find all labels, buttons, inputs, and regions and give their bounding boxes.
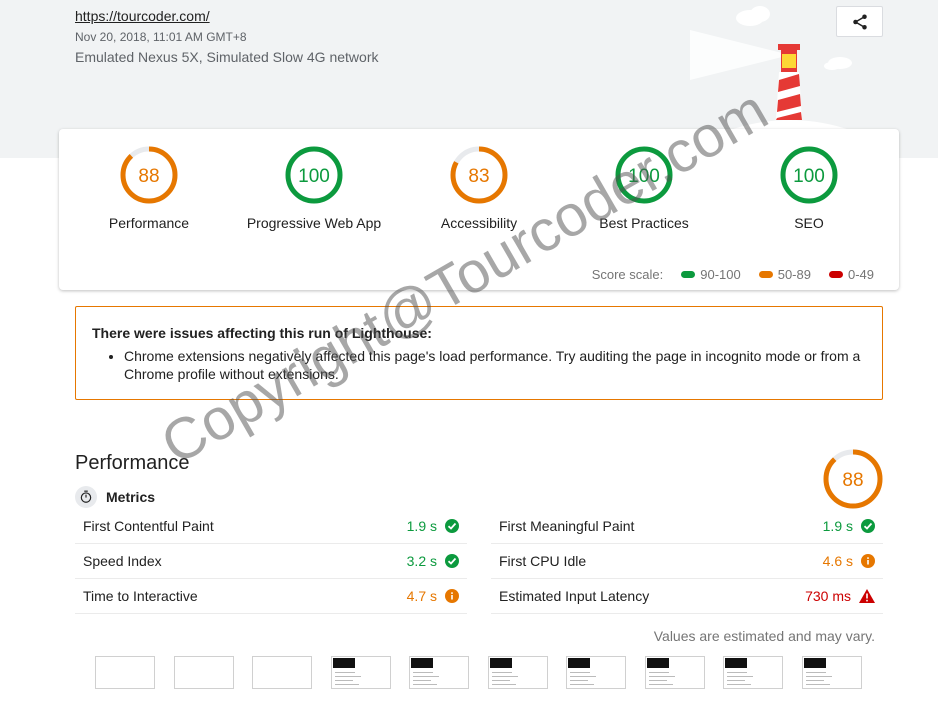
- metric-row: Speed Index 3.2 s: [75, 544, 467, 579]
- filmstrip-frame: [173, 656, 234, 689]
- audit-date: Nov 20, 2018, 11:01 AM GMT+8: [75, 30, 247, 44]
- info-circle-icon: [445, 589, 459, 603]
- filmstrip-frame: [723, 656, 783, 689]
- metrics-column-right: First Meaningful Paint 1.9 s First CPU Idl…: [491, 509, 883, 614]
- check-circle-icon: [445, 519, 459, 533]
- filmstrip-frame: [330, 656, 391, 689]
- check-circle-icon: [445, 554, 459, 568]
- emulation-info: Emulated Nexus 5X, Simulated Slow 4G net…: [75, 49, 379, 65]
- warning-list: Chrome extensions negatively affected th…: [92, 347, 866, 383]
- stopwatch-icon: [75, 486, 97, 508]
- filmstrip-frame: [95, 656, 155, 689]
- metric-name: Speed Index: [83, 553, 162, 569]
- filmstrip-frame: [409, 656, 469, 689]
- svg-text:83: 83: [468, 166, 489, 187]
- score-scale-label: Score scale:: [591, 267, 664, 282]
- filmstrip-frame: [252, 656, 312, 689]
- metric-value: 730 ms: [805, 588, 875, 604]
- metric-name: First CPU Idle: [499, 553, 587, 569]
- scale-range-pass: 90-100: [700, 267, 741, 282]
- metric-name: First Meaningful Paint: [499, 518, 635, 534]
- category-label: SEO: [794, 215, 824, 231]
- metric-row: First Contentful Paint 1.9 s: [75, 509, 467, 544]
- metrics-column-left: First Contentful Paint 1.9 s Speed Index 3.…: [75, 509, 467, 614]
- metric-value: 4.7 s: [407, 588, 459, 604]
- category-gauge-progressive-web-app[interactable]: 100 Progressive Web App: [234, 145, 394, 231]
- metric-name: Time to Interactive: [83, 588, 198, 604]
- filmstrip-frame: [487, 656, 548, 689]
- metric-value: 4.6 s: [823, 553, 875, 569]
- metric-row: Estimated Input Latency 730 ms: [491, 579, 883, 614]
- warning-title: There were issues affecting this run of …: [92, 325, 432, 341]
- filmstrip-frame: [801, 656, 862, 689]
- pass-pill: [681, 271, 696, 278]
- metric-row: Time to Interactive 4.7 s: [75, 579, 467, 614]
- metric-value: 1.9 s: [407, 518, 459, 534]
- svg-text:100: 100: [793, 166, 825, 187]
- check-circle-icon: [861, 519, 875, 533]
- metric-value: 1.9 s: [823, 518, 875, 534]
- scale-range-fail: 0-49: [847, 267, 874, 282]
- fail-pill: [828, 271, 843, 278]
- category-label: Performance: [108, 215, 190, 231]
- page-url-link[interactable]: https://tourcoder.com/: [75, 8, 210, 24]
- filmstrip: [95, 656, 880, 689]
- runtime-warning-box: There were issues affecting this run of …: [75, 306, 883, 400]
- performance-score-gauge[interactable]: 88: [822, 448, 884, 515]
- svg-text:88: 88: [842, 470, 863, 491]
- category-gauge-performance[interactable]: 88 Performance: [69, 145, 229, 231]
- info-circle-icon: [861, 554, 875, 568]
- warning-triangle-icon: [859, 589, 875, 603]
- metric-row: First CPU Idle 4.6 s: [491, 544, 883, 579]
- metric-name: First Contentful Paint: [83, 518, 214, 534]
- metrics-header: Metrics: [75, 486, 155, 508]
- estimate-note: Values are estimated and may vary.: [653, 628, 875, 644]
- metric-row: First Meaningful Paint 1.9 s: [491, 509, 883, 544]
- metric-value: 3.2 s: [407, 553, 459, 569]
- metrics-label: Metrics: [106, 489, 156, 505]
- category-gauge-seo[interactable]: 100 SEO: [729, 145, 889, 231]
- svg-text:100: 100: [298, 166, 330, 187]
- filmstrip-frame: [566, 656, 626, 689]
- score-scale: Score scale: 90-100 50-89 0-49: [592, 267, 874, 282]
- filmstrip-frame: [644, 656, 705, 689]
- svg-text:88: 88: [138, 166, 159, 187]
- metric-name: Estimated Input Latency: [499, 588, 650, 604]
- scale-range-average: 50-89: [777, 267, 811, 282]
- average-pill: [758, 271, 773, 278]
- category-label: Progressive Web App: [246, 215, 382, 231]
